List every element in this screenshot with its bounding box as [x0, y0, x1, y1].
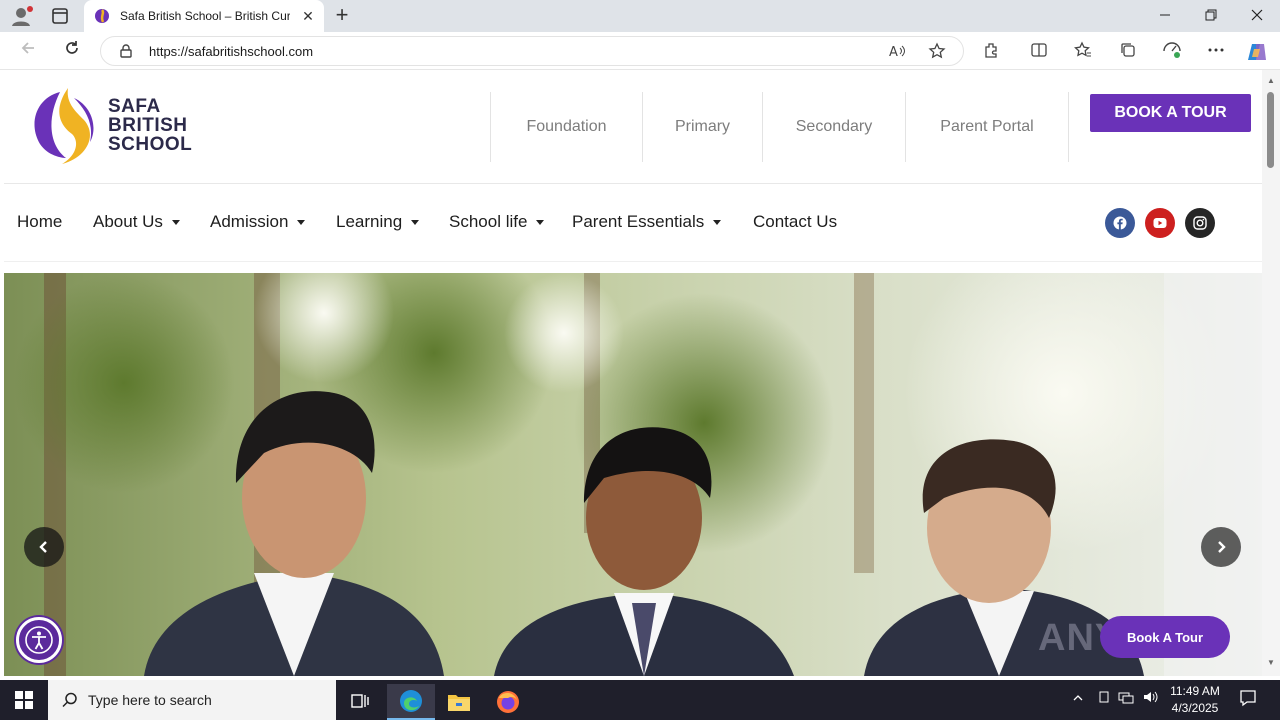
primary-link[interactable]: Primary — [642, 92, 762, 162]
nav-parent-essentials[interactable]: Parent Essentials — [572, 212, 722, 232]
refresh-icon[interactable] — [60, 39, 84, 63]
page-viewport: SAFA BRITISH SCHOOL Foundation Primary S… — [4, 70, 1262, 676]
logo-line-2: BRITISH — [108, 115, 188, 136]
minimize-icon[interactable] — [1142, 0, 1188, 32]
profile-icon[interactable] — [10, 5, 34, 27]
tab-title: Safa British School – British Curri — [120, 9, 290, 23]
copilot-icon[interactable] — [1246, 41, 1268, 63]
tab-actions-icon[interactable] — [48, 6, 72, 26]
network-icon[interactable] — [1116, 690, 1136, 710]
browser-tab-bar: Safa British School – British Curri ✕ + — [0, 0, 1280, 32]
school-section-links: Foundation Primary Secondary Parent Port… — [490, 92, 1069, 162]
slider-next-button[interactable] — [1201, 527, 1241, 567]
chevron-down-icon — [713, 219, 722, 225]
tray-chevron-up-icon[interactable] — [1068, 690, 1088, 710]
nav-school-life[interactable]: School life — [449, 212, 545, 232]
volume-icon[interactable] — [1140, 690, 1160, 710]
tray-device-icon[interactable] — [1094, 690, 1114, 710]
more-options-icon[interactable] — [1205, 41, 1227, 63]
scroll-thumb[interactable] — [1267, 92, 1274, 168]
nav-parent-essentials-label: Parent Essentials — [572, 212, 705, 231]
svg-text:A: A — [889, 45, 898, 60]
nav-admission[interactable]: Admission — [210, 212, 306, 232]
nav-home[interactable]: Home — [17, 212, 62, 232]
firefox-icon[interactable] — [484, 684, 532, 720]
floating-book-tour-button[interactable]: Book A Tour — [1100, 616, 1230, 658]
nav-learning[interactable]: Learning — [336, 212, 420, 232]
extensions-icon[interactable] — [980, 41, 1002, 63]
page-scrollbar[interactable]: ▲ ▼ — [1262, 70, 1280, 676]
youtube-icon[interactable] — [1145, 208, 1175, 238]
taskbar-clock[interactable]: 11:49 AM 4/3/2025 — [1160, 683, 1230, 717]
scroll-up-icon[interactable]: ▲ — [1266, 76, 1276, 86]
clock-date: 4/3/2025 — [1171, 701, 1219, 715]
accessibility-icon — [25, 626, 53, 654]
restore-icon[interactable] — [1188, 0, 1234, 32]
nav-home-label: Home — [17, 212, 63, 231]
favorites-icon[interactable] — [1072, 41, 1094, 63]
url-text[interactable]: https://safabritishschool.com — [149, 44, 313, 59]
tab-close-icon[interactable]: ✕ — [300, 8, 316, 24]
nav-about-us[interactable]: About Us — [93, 212, 180, 232]
taskbar-search-input[interactable]: Type here to search — [48, 680, 336, 720]
url-field[interactable]: https://safabritishschool.com A — [100, 36, 964, 66]
search-icon — [62, 692, 77, 708]
clock-time: 11:49 AM — [1170, 684, 1220, 698]
school-logo-text[interactable]: SAFA BRITISH SCHOOL — [108, 97, 192, 154]
chevron-down-icon — [171, 219, 180, 225]
site-favicon-icon — [95, 9, 109, 23]
address-toolbar: https://safabritishschool.com A — [0, 32, 1280, 70]
notifications-icon[interactable] — [1238, 689, 1258, 709]
nav-contact-us-label: Contact Us — [753, 212, 838, 231]
file-explorer-icon[interactable] — [435, 684, 483, 720]
nav-about-us-label: About Us — [93, 212, 163, 231]
section-divider — [1068, 92, 1069, 162]
search-placeholder: Type here to search — [88, 692, 212, 708]
nav-admission-label: Admission — [210, 212, 289, 231]
windows-taskbar: Type here to search 11:49 AM 4/3/2025 — [0, 680, 1280, 720]
back-icon[interactable] — [16, 39, 40, 63]
parent-portal-link[interactable]: Parent Portal — [905, 92, 1068, 162]
collections-icon[interactable] — [1117, 41, 1139, 63]
main-navigation: Home About Us Admission Learning School … — [4, 184, 1262, 262]
windows-start-icon[interactable] — [0, 680, 48, 720]
nav-learning-label: Learning — [336, 212, 403, 231]
facebook-icon[interactable] — [1105, 208, 1135, 238]
chevron-down-icon — [536, 219, 545, 225]
chevron-down-icon — [411, 219, 420, 225]
scroll-down-icon[interactable]: ▼ — [1266, 658, 1276, 668]
performance-icon[interactable] — [1161, 41, 1183, 63]
edge-taskbar-icon[interactable] — [387, 684, 435, 720]
nav-school-life-label: School life — [449, 212, 528, 231]
chevron-down-icon — [297, 219, 306, 225]
split-screen-icon[interactable] — [1028, 41, 1050, 63]
accessibility-button[interactable] — [16, 617, 62, 663]
nav-contact-us[interactable]: Contact Us — [753, 212, 837, 232]
logo-line-1: SAFA — [108, 96, 161, 117]
slider-prev-button[interactable] — [24, 527, 64, 567]
active-tab[interactable]: Safa British School – British Curri ✕ — [84, 0, 324, 32]
read-aloud-icon[interactable]: A — [887, 42, 907, 62]
lock-icon[interactable] — [119, 44, 133, 58]
favorite-star-icon[interactable] — [927, 42, 947, 62]
book-a-tour-button[interactable]: BOOK A TOUR — [1090, 94, 1251, 132]
foundation-link[interactable]: Foundation — [490, 92, 642, 162]
instagram-icon[interactable] — [1185, 208, 1215, 238]
site-header: SAFA BRITISH SCHOOL Foundation Primary S… — [4, 70, 1262, 184]
new-tab-button[interactable]: + — [330, 4, 354, 28]
task-view-icon[interactable] — [336, 684, 384, 720]
school-logo-icon[interactable] — [28, 84, 98, 166]
logo-line-3: SCHOOL — [108, 134, 193, 155]
secondary-link[interactable]: Secondary — [762, 92, 905, 162]
close-window-icon[interactable] — [1234, 0, 1280, 32]
